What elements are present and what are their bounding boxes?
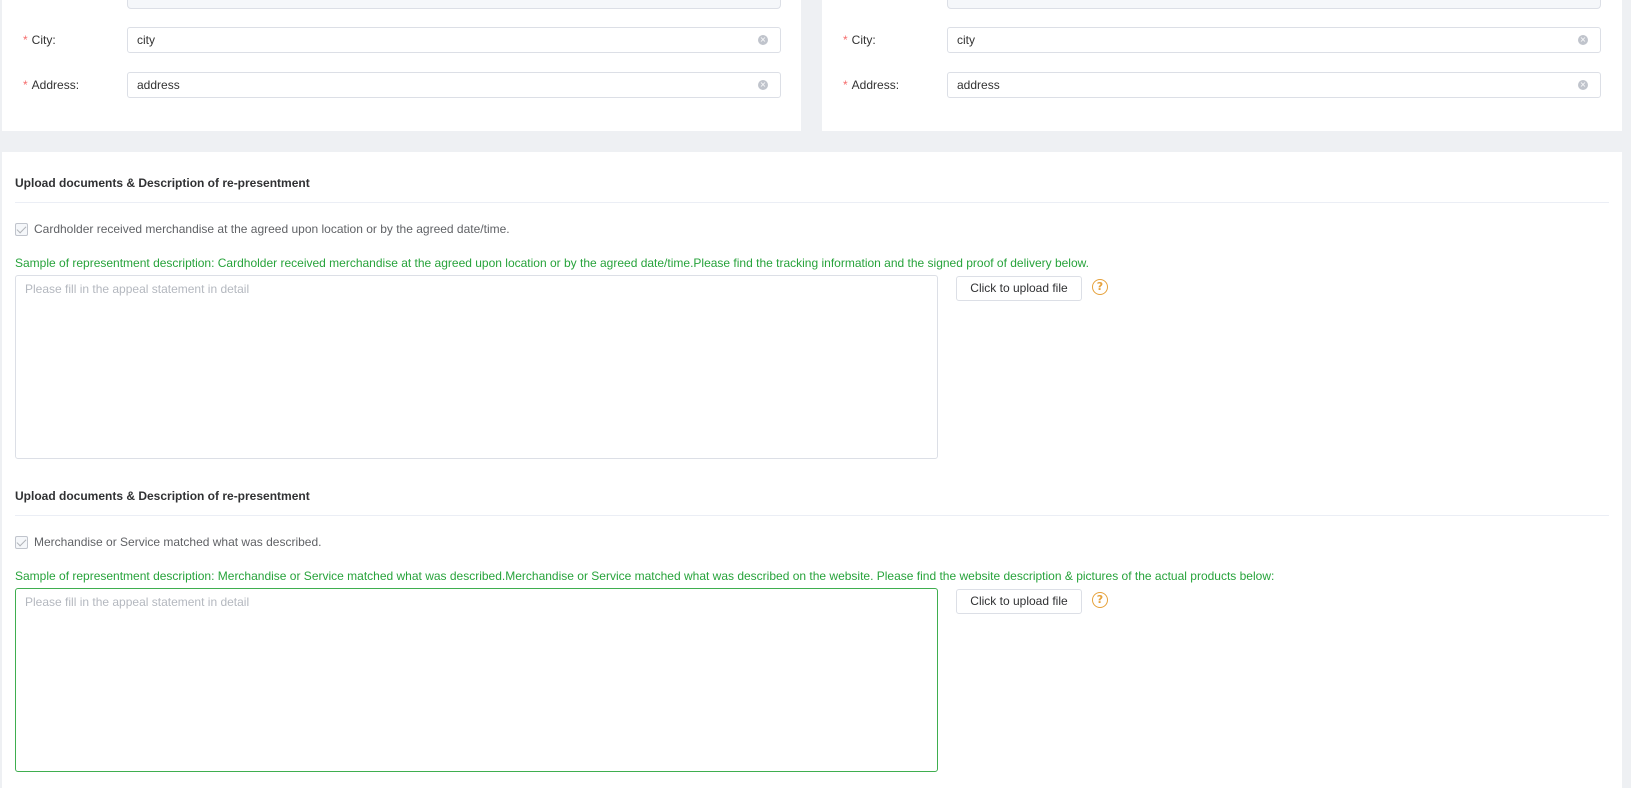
required-mark: * <box>843 78 848 92</box>
previous-field-stub[interactable] <box>127 0 781 9</box>
checkbox-row[interactable]: Merchandise or Service matched what was … <box>15 535 321 549</box>
previous-field-stub[interactable] <box>947 0 1601 9</box>
clear-icon[interactable]: × <box>758 35 768 45</box>
checkbox-label: Cardholder received merchandise at the a… <box>34 222 510 236</box>
address-row: * Address: address × <box>822 72 1622 98</box>
city-row: * City: city × <box>2 27 801 53</box>
required-mark: * <box>23 33 28 47</box>
divider <box>15 202 1609 203</box>
address-panel-right: * City: city × * Address: address × <box>822 0 1622 131</box>
address-label: * Address: <box>843 78 900 92</box>
sample-description: Sample of representment description: Car… <box>15 256 1089 270</box>
documents-panel: Upload documents & Description of re-pre… <box>2 152 1622 788</box>
clear-icon[interactable]: × <box>1578 80 1588 90</box>
question-circle-icon[interactable]: ? <box>1092 592 1108 608</box>
checkbox-label: Merchandise or Service matched what was … <box>34 535 322 549</box>
appeal-statement-textarea[interactable]: Please fill in the appeal statement in d… <box>15 588 938 772</box>
address-label: * Address: <box>23 78 80 92</box>
city-input[interactable]: city × <box>127 27 781 53</box>
checkbox-row[interactable]: Cardholder received merchandise at the a… <box>15 222 510 236</box>
city-input[interactable]: city × <box>947 27 1601 53</box>
city-label: * City: <box>843 33 876 47</box>
required-mark: * <box>23 78 28 92</box>
address-input-value: address <box>137 78 180 92</box>
city-input-value: city <box>957 33 975 47</box>
address-input-value: address <box>957 78 1000 92</box>
section-title: Upload documents & Description of re-pre… <box>15 176 310 190</box>
address-panel-left: * City: city × * Address: address × <box>2 0 801 131</box>
clear-icon[interactable]: × <box>758 80 768 90</box>
city-label: * City: <box>23 33 56 47</box>
city-row: * City: city × <box>822 27 1622 53</box>
upload-file-button[interactable]: Click to upload file <box>956 276 1082 301</box>
clear-icon[interactable]: × <box>1578 35 1588 45</box>
upload-file-button[interactable]: Click to upload file <box>956 589 1082 614</box>
checkbox-checked-icon[interactable] <box>15 535 28 549</box>
city-input-value: city <box>137 33 155 47</box>
address-input[interactable]: address × <box>127 72 781 98</box>
required-mark: * <box>843 33 848 47</box>
address-input[interactable]: address × <box>947 72 1601 98</box>
sample-description: Sample of representment description: Mer… <box>15 569 1275 583</box>
address-row: * Address: address × <box>2 72 801 98</box>
appeal-statement-textarea[interactable]: Please fill in the appeal statement in d… <box>15 275 938 459</box>
textarea-placeholder: Please fill in the appeal statement in d… <box>25 595 250 609</box>
textarea-placeholder: Please fill in the appeal statement in d… <box>25 282 250 296</box>
divider <box>15 515 1609 516</box>
question-circle-icon[interactable]: ? <box>1092 279 1108 295</box>
section-title: Upload documents & Description of re-pre… <box>15 489 310 503</box>
checkbox-checked-icon[interactable] <box>15 222 28 236</box>
